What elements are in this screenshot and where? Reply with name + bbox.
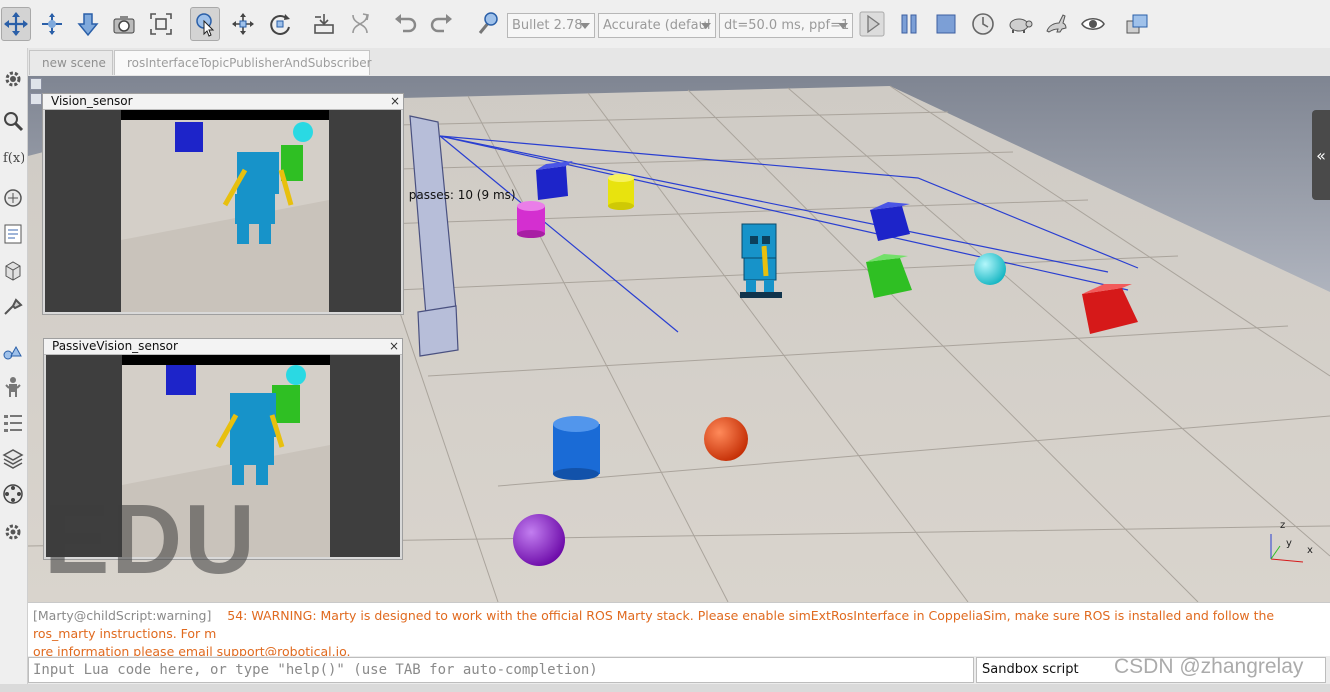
tab-new-scene[interactable]: new scene bbox=[29, 50, 113, 75]
blue-cylinder bbox=[553, 416, 600, 480]
svg-text:f(x): f(x) bbox=[3, 151, 24, 166]
click-select-icon[interactable] bbox=[190, 7, 220, 41]
left-toolbar: f(x) bbox=[0, 48, 28, 692]
magenta-cylinder bbox=[517, 201, 545, 238]
shift-object-icon[interactable] bbox=[228, 7, 258, 41]
physics-engine-value: Bullet 2.78 bbox=[512, 18, 583, 33]
chevron-down-icon bbox=[701, 23, 711, 29]
dynamics-icon[interactable] bbox=[472, 7, 502, 41]
script-selector-value: Sandbox script bbox=[982, 662, 1079, 677]
page-selector-icon[interactable] bbox=[1123, 7, 1153, 41]
function-icon[interactable]: f(x) bbox=[1, 144, 25, 170]
collection-icon[interactable] bbox=[1, 294, 25, 320]
zoom-icon[interactable] bbox=[1, 108, 25, 134]
camera-fly-icon[interactable] bbox=[109, 7, 139, 41]
chevron-down-icon bbox=[838, 23, 848, 29]
user-settings-icon[interactable] bbox=[1, 519, 25, 545]
realtime-icon[interactable] bbox=[968, 7, 998, 41]
main-toolbar: Bullet 2.78 Accurate (defaul dt=50.0 ms,… bbox=[0, 0, 1330, 49]
close-icon[interactable]: × bbox=[389, 339, 399, 354]
cyan-sphere bbox=[974, 253, 1006, 285]
vision-sensor-title: Vision_sensor bbox=[51, 94, 133, 108]
settings-icon[interactable] bbox=[1, 66, 25, 92]
passive-vision-sensor-title: PassiveVision_sensor bbox=[52, 339, 178, 353]
edu-watermark: EDU bbox=[44, 484, 257, 594]
axis-label-y: y bbox=[1286, 538, 1292, 549]
passive-vision-sensor-title-bar[interactable]: PassiveVision_sensor × bbox=[44, 339, 402, 355]
status-warning-line1: 54: WARNING: Marty is designed to work w… bbox=[33, 608, 1275, 641]
redo-icon[interactable] bbox=[427, 7, 457, 41]
sensor-base bbox=[417, 305, 459, 357]
stop-icon[interactable] bbox=[931, 7, 961, 41]
status-source: [Marty@childScript:warning] bbox=[33, 608, 212, 623]
lua-command-input[interactable] bbox=[28, 657, 974, 683]
start-icon[interactable] bbox=[857, 7, 887, 41]
pause-icon[interactable] bbox=[894, 7, 924, 41]
shape-edit-icon[interactable] bbox=[1, 339, 25, 365]
vision-sensor-render bbox=[121, 110, 329, 312]
timestep-select[interactable]: dt=50.0 ms, ppf=1 bbox=[719, 13, 853, 38]
bottom-edge bbox=[0, 684, 1330, 692]
assemble-icon[interactable] bbox=[309, 7, 339, 41]
yellow-cylinder bbox=[608, 174, 634, 210]
axis-label-x: x bbox=[1307, 545, 1313, 556]
robot-icon[interactable] bbox=[1, 374, 25, 400]
vision-sensor-image bbox=[45, 110, 401, 312]
csdn-watermark: CSDN @zhangrelay bbox=[1114, 655, 1304, 678]
purple-sphere bbox=[513, 514, 565, 566]
view-scroll-handle[interactable] bbox=[30, 78, 42, 90]
status-bar: [Marty@childScript:warning] 54: WARNING:… bbox=[28, 602, 1330, 659]
speed-up-icon[interactable] bbox=[1041, 7, 1071, 41]
undo-icon[interactable] bbox=[390, 7, 420, 41]
object-rotate-icon[interactable] bbox=[73, 7, 103, 41]
axis-label-z: z bbox=[1280, 520, 1285, 531]
slow-down-icon[interactable] bbox=[1005, 7, 1035, 41]
chevron-down-icon bbox=[580, 23, 590, 29]
view-scroll-handle-2[interactable] bbox=[30, 93, 42, 105]
fit-to-view-icon[interactable] bbox=[146, 7, 176, 41]
scene-tabs: new scene rosInterfaceTopicPublisherAndS… bbox=[28, 48, 1330, 76]
scene-hierarchy-icon[interactable] bbox=[1, 185, 25, 211]
collapse-panel-icon[interactable]: « bbox=[1312, 110, 1330, 200]
layers-icon[interactable] bbox=[1, 445, 25, 471]
dynamics-accuracy-select[interactable]: Accurate (defaul bbox=[598, 13, 716, 38]
selection-icon[interactable] bbox=[1, 410, 25, 436]
object-shift-icon[interactable] bbox=[37, 7, 67, 41]
tab-ros-interface-scene[interactable]: rosInterfaceTopicPublisherAndSubscriber bbox=[114, 50, 372, 75]
timestep-value: dt=50.0 ms, ppf=1 bbox=[724, 18, 850, 33]
vision-sensor-view[interactable]: Vision_sensor × bbox=[42, 93, 404, 315]
video-icon[interactable] bbox=[1, 481, 25, 507]
visualization-icon[interactable] bbox=[1078, 7, 1108, 41]
script-icon[interactable] bbox=[1, 221, 25, 247]
model-browser-icon[interactable] bbox=[1, 258, 25, 284]
close-icon[interactable]: × bbox=[390, 94, 400, 109]
navigate-icon[interactable] bbox=[1, 7, 31, 41]
orange-sphere bbox=[704, 417, 748, 461]
dynamics-accuracy-value: Accurate (defaul bbox=[603, 18, 711, 33]
rotate-object-icon[interactable] bbox=[265, 7, 295, 41]
transfer-dna-icon[interactable] bbox=[345, 7, 375, 41]
physics-engine-select[interactable]: Bullet 2.78 bbox=[507, 13, 595, 38]
vision-sensor-title-bar[interactable]: Vision_sensor × bbox=[43, 94, 403, 110]
